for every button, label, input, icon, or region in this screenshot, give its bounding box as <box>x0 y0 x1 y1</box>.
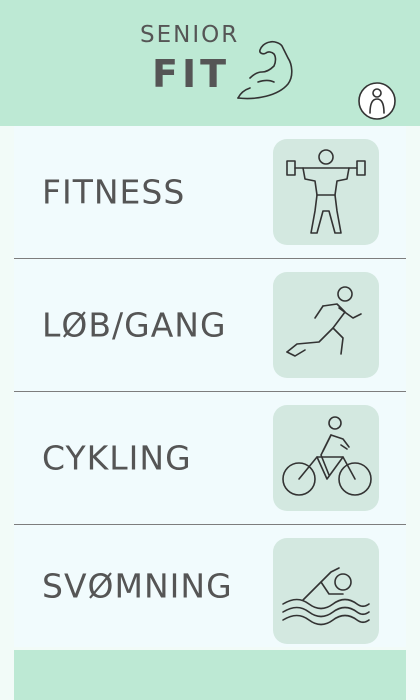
activity-list: FITNESS LØB/GANG CYKLING SVØMNING <box>14 126 406 647</box>
weightlifter-icon <box>273 139 379 245</box>
bottom-bar <box>14 650 406 700</box>
cyclist-icon <box>273 405 379 511</box>
logo-text-senior: SENIOR <box>140 22 240 48</box>
senior-fit-app: SENIOR FIT FITNESS LØB/GANG CYKLING SVØM… <box>0 0 420 700</box>
flexed-arm-icon <box>237 40 293 100</box>
category-fitness[interactable]: FITNESS <box>14 126 406 259</box>
logo-text-fit: FIT <box>152 52 231 96</box>
category-lob-gang[interactable]: LØB/GANG <box>14 259 406 392</box>
category-svomning[interactable]: SVØMNING <box>14 525 406 647</box>
category-label: SVØMNING <box>42 566 233 606</box>
app-header: SENIOR FIT <box>0 0 420 126</box>
user-profile-icon <box>358 82 396 120</box>
runner-icon <box>273 272 379 378</box>
category-label: CYKLING <box>42 438 192 478</box>
category-label: LØB/GANG <box>42 305 227 345</box>
category-label: FITNESS <box>42 172 186 212</box>
category-cykling[interactable]: CYKLING <box>14 392 406 525</box>
senior-fit-logo: SENIOR FIT <box>140 22 300 112</box>
profile-button[interactable] <box>357 81 397 121</box>
swimmer-icon <box>273 538 379 644</box>
